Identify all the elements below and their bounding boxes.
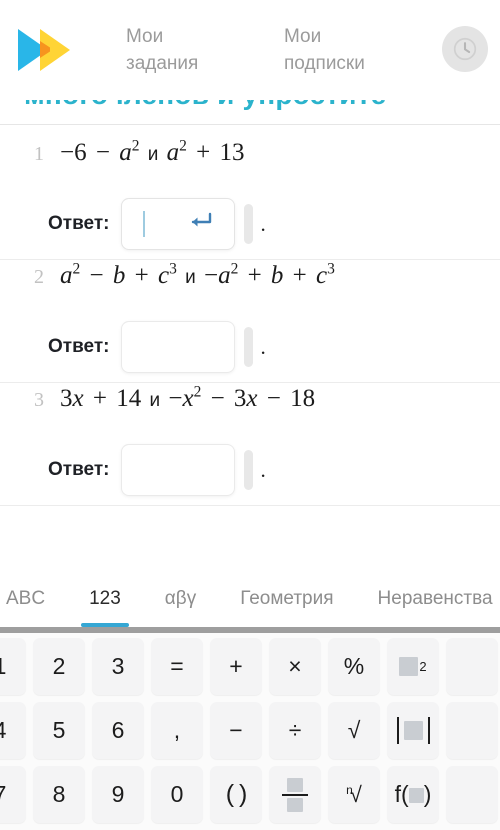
answer-row: Ответ: . <box>0 193 500 255</box>
key-plus[interactable]: + <box>210 638 262 695</box>
tab-inequalities[interactable]: Неравенства <box>356 571 500 627</box>
key-multiply[interactable]: × <box>269 638 321 695</box>
answer-trailing-punctuation: . <box>260 211 266 236</box>
key-0[interactable]: 0 <box>151 766 203 823</box>
answer-row: Ответ: . <box>0 439 500 501</box>
task-statement: 1 −6 − a2 и a2 + 13 <box>0 137 500 193</box>
key-parentheses[interactable]: ( ) <box>210 766 262 823</box>
tab-abc[interactable]: ABC <box>0 571 67 627</box>
key-row1-overflow[interactable] <box>446 638 498 695</box>
task-number: 1 <box>34 143 44 165</box>
answer-row: Ответ: . <box>0 316 500 378</box>
tab-geometry[interactable]: Геометрия <box>218 571 355 627</box>
resize-handle[interactable] <box>244 450 254 490</box>
answer-label: Ответ: <box>48 213 110 234</box>
abs-left-bar-icon <box>396 717 399 744</box>
page-title-clipped: многочленов и упростите <box>0 100 500 124</box>
history-button[interactable] <box>442 26 488 72</box>
denominator-box-icon <box>287 797 303 812</box>
key-1[interactable]: 1 <box>0 638 26 695</box>
parentheses-icon: ( ) <box>225 780 248 808</box>
key-row3-overflow[interactable] <box>446 766 498 823</box>
key-absolute-value[interactable] <box>387 702 439 759</box>
key-7[interactable]: 7 <box>0 766 26 823</box>
main-nav: Мои задания Мои подписки <box>126 23 394 77</box>
function-icon: f() <box>394 781 432 807</box>
clock-icon <box>452 36 478 62</box>
nav-item-my-subscriptions[interactable]: Мои подписки <box>284 23 394 77</box>
placeholder-box-icon <box>408 788 424 804</box>
answer-label: Ответ: <box>48 459 110 480</box>
task-item: 3 3x + 14 и −x2 − 3x − 18 Ответ: . <box>0 383 500 501</box>
tab-123[interactable]: 123 <box>67 571 143 627</box>
task-statement: 2 a2 − b + c3 и −a2 + b + c3 <box>0 260 500 316</box>
answer-trailing-punctuation: . <box>260 334 266 359</box>
key-equals[interactable]: = <box>151 638 203 695</box>
superscript-two: 2 <box>419 659 427 674</box>
task-statement: 3 3x + 14 и −x2 − 3x − 18 <box>0 383 500 439</box>
task-item: 2 a2 − b + c3 и −a2 + b + c3 Ответ: . <box>0 260 500 378</box>
keyboard-row: 7 8 9 0 ( ) n√ f() <box>0 766 500 830</box>
answer-input[interactable] <box>121 444 236 496</box>
key-comma[interactable]: , <box>151 702 203 759</box>
math-keyboard: ABC 123 αβγ Геометрия Неравенства 1 2 3 … <box>0 571 500 830</box>
enter-key-icon[interactable] <box>187 211 213 238</box>
abs-right-bar-icon <box>427 717 430 744</box>
answer-input[interactable] <box>121 321 236 373</box>
fraction-bar-icon <box>282 793 308 796</box>
key-function[interactable]: f() <box>387 766 439 823</box>
text-caret <box>143 211 146 237</box>
keyboard-tab-bar: ABC 123 αβγ Геометрия Неравенства <box>0 571 500 627</box>
page-title: многочленов и упростите <box>24 100 386 111</box>
key-square-root[interactable]: √ <box>328 702 380 759</box>
placeholder-box-icon <box>403 721 423 740</box>
key-percent[interactable]: % <box>328 638 380 695</box>
answer-input[interactable] <box>121 198 236 250</box>
numerator-box-icon <box>287 777 303 792</box>
key-square-power[interactable]: 2 <box>387 638 439 695</box>
task-number: 2 <box>34 266 44 288</box>
fraction-icon <box>282 777 308 812</box>
key-minus[interactable]: − <box>210 702 262 759</box>
answer-label: Ответ: <box>48 336 110 357</box>
key-fraction[interactable] <box>269 766 321 823</box>
nav-item-my-tasks[interactable]: Мои задания <box>126 23 236 77</box>
resize-handle[interactable] <box>244 204 254 244</box>
resize-handle[interactable] <box>244 327 254 367</box>
placeholder-box-icon <box>399 657 419 676</box>
task-number: 3 <box>34 389 44 411</box>
task-expression: −6 − a2 и a2 + 13 <box>60 137 245 166</box>
root-index: n <box>346 782 353 797</box>
nth-root-icon: n √ <box>346 781 362 807</box>
tab-greek[interactable]: αβγ <box>143 571 218 627</box>
keyboard-row: 4 5 6 , − ÷ √ <box>0 702 500 766</box>
task-expression: a2 − b + c3 и −a2 + b + c3 <box>60 260 335 289</box>
key-4[interactable]: 4 <box>0 702 26 759</box>
app-header: Мои задания Мои подписки <box>0 0 500 100</box>
key-divide[interactable]: ÷ <box>269 702 321 759</box>
task-list: 1 −6 − a2 и a2 + 13 Ответ: . 2 a2 − b + … <box>0 125 500 506</box>
key-5[interactable]: 5 <box>33 702 85 759</box>
key-9[interactable]: 9 <box>92 766 144 823</box>
key-6[interactable]: 6 <box>92 702 144 759</box>
task-item: 1 −6 − a2 и a2 + 13 Ответ: . <box>0 137 500 255</box>
play-logo[interactable] <box>12 24 84 76</box>
task-expression: 3x + 14 и −x2 − 3x − 18 <box>60 383 316 412</box>
task-divider <box>0 505 500 506</box>
keyboard-keys: 1 2 3 = + × % 2 4 5 6 , − ÷ √ 7 <box>0 633 500 830</box>
key-2[interactable]: 2 <box>33 638 85 695</box>
answer-trailing-punctuation: . <box>260 457 266 482</box>
key-row2-overflow[interactable] <box>446 702 498 759</box>
key-3[interactable]: 3 <box>92 638 144 695</box>
key-8[interactable]: 8 <box>33 766 85 823</box>
keyboard-row: 1 2 3 = + × % 2 <box>0 638 500 702</box>
key-nth-root[interactable]: n √ <box>328 766 380 823</box>
